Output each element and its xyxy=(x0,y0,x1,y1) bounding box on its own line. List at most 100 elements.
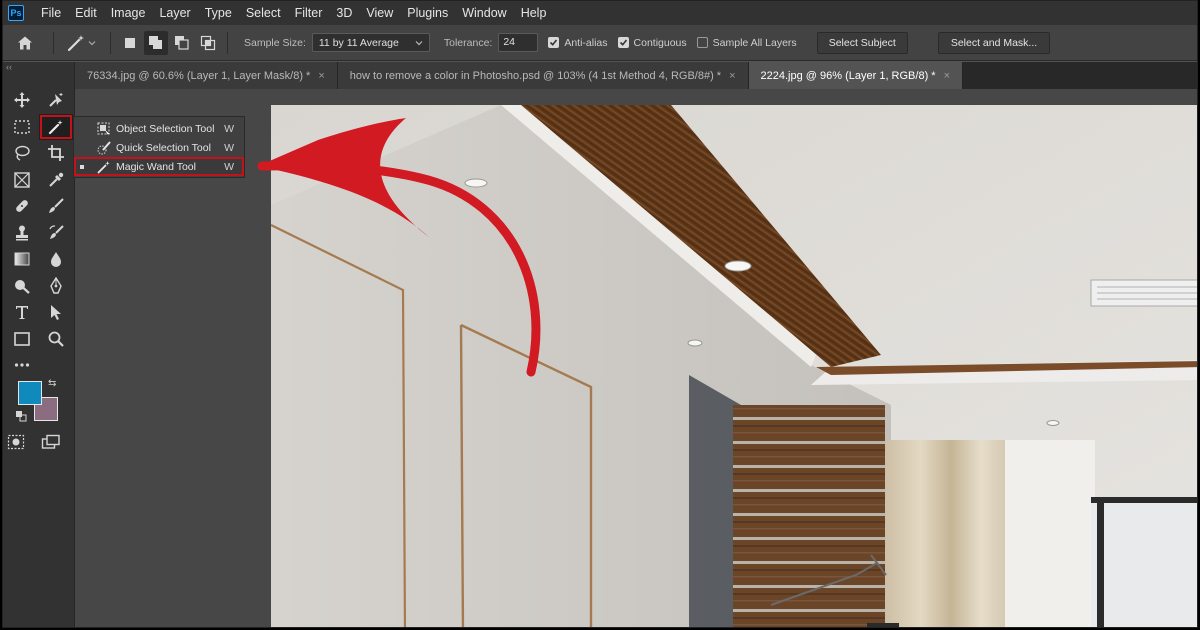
history-brush-tool[interactable] xyxy=(39,220,73,247)
dodge-icon xyxy=(15,279,30,294)
color-swatches: ⇆ xyxy=(15,378,65,422)
shortcut-key: W xyxy=(224,141,234,154)
menu-select[interactable]: Select xyxy=(239,6,288,20)
new-selection-button[interactable] xyxy=(118,31,142,55)
healing-brush-tool[interactable] xyxy=(5,193,39,220)
tab-how-to-remove-a-color[interactable]: how to remove a color in Photosho.psd @ … xyxy=(337,62,749,89)
chevron-down-icon xyxy=(415,40,423,45)
active-tool-indicator xyxy=(80,164,84,169)
select-and-mask-button[interactable]: Select and Mask... xyxy=(937,31,1051,54)
artboard-tool[interactable] xyxy=(39,87,73,114)
collapse-panel-icon[interactable]: ‹‹ xyxy=(3,62,74,74)
magic-wand-tool-item[interactable]: Magic Wand Tool W xyxy=(74,157,244,176)
rectangular-marquee-tool[interactable] xyxy=(5,114,39,141)
anti-alias-checkbox[interactable]: Anti-alias xyxy=(548,37,608,49)
select-subject-button[interactable]: Select Subject xyxy=(816,31,908,54)
menu-view[interactable]: View xyxy=(359,6,400,20)
document-tabs: 76334.jpg @ 60.6% (Layer 1, Layer Mask/8… xyxy=(75,62,1197,89)
zoom-tool[interactable] xyxy=(39,326,73,353)
menu-type[interactable]: Type xyxy=(198,6,239,20)
menu-help[interactable]: Help xyxy=(514,6,554,20)
menu-filter[interactable]: Filter xyxy=(288,6,330,20)
tool-preset-picker[interactable] xyxy=(66,33,96,53)
intersect-selection-icon xyxy=(200,35,216,50)
stamp-icon xyxy=(16,225,28,241)
quick-selection-icon xyxy=(96,140,112,156)
subtract-from-selection-button[interactable] xyxy=(170,31,194,55)
swap-colors-icon[interactable]: ⇆ xyxy=(48,378,56,389)
contiguous-label: Contiguous xyxy=(633,36,687,49)
photoshop-window: Ps File Edit Image Layer Type Select Fil… xyxy=(2,0,1198,628)
menu-file[interactable]: File xyxy=(34,6,68,20)
lasso-tool[interactable] xyxy=(5,140,39,167)
add-to-selection-button[interactable] xyxy=(144,30,168,55)
contiguous-checkbox[interactable]: Contiguous xyxy=(617,36,687,49)
mode-tools xyxy=(7,434,61,450)
marquee-icon xyxy=(14,120,30,134)
object-selection-tool-item[interactable]: Object Selection Tool W xyxy=(74,119,244,138)
options-bar: Sample Size: 11 by 11 Average Tolerance:… xyxy=(3,25,1197,61)
menu-plugins[interactable]: Plugins xyxy=(400,6,455,20)
move-tool[interactable] xyxy=(5,87,39,114)
eyedropper-tool[interactable] xyxy=(39,167,73,194)
type-tool[interactable] xyxy=(5,299,39,326)
dodge-tool[interactable] xyxy=(5,273,39,300)
close-icon[interactable]: × xyxy=(944,70,950,82)
divider xyxy=(53,31,54,54)
menu-edit[interactable]: Edit xyxy=(68,6,104,20)
menu-layer[interactable]: Layer xyxy=(152,6,197,20)
close-icon[interactable]: × xyxy=(729,70,735,82)
checkmark-icon xyxy=(617,37,629,48)
sample-size-dropdown[interactable]: 11 by 11 Average xyxy=(311,33,430,52)
eyedropper-icon xyxy=(49,172,64,187)
default-colors-icon[interactable] xyxy=(15,410,27,422)
intersect-selection-button[interactable] xyxy=(196,31,220,55)
rectangle-icon xyxy=(14,331,30,346)
move-icon xyxy=(14,92,30,109)
frame-icon xyxy=(14,172,30,188)
empty-checkbox-icon xyxy=(696,37,708,48)
artboard-icon xyxy=(49,93,63,107)
menu-window[interactable]: Window xyxy=(455,6,513,20)
shortcut-key: W xyxy=(224,160,234,173)
history-brush-icon xyxy=(49,225,64,239)
magic-wand-icon xyxy=(48,119,63,134)
tab-2224[interactable]: 2224.jpg @ 96% (Layer 1, RGB/8) * × xyxy=(748,62,964,89)
clone-stamp-tool[interactable] xyxy=(5,220,39,247)
brush-tool[interactable] xyxy=(39,193,73,220)
lasso-icon xyxy=(15,146,30,161)
home-button[interactable] xyxy=(3,25,47,61)
gradient-tool[interactable] xyxy=(5,246,39,273)
quick-selection-tool-item[interactable]: Quick Selection Tool W xyxy=(74,138,244,157)
pen-tool[interactable] xyxy=(39,273,73,300)
rectangle-tool[interactable] xyxy=(5,326,39,353)
crop-icon xyxy=(48,145,64,162)
tolerance-label: Tolerance: xyxy=(443,36,493,49)
menu-3d[interactable]: 3D xyxy=(329,6,359,20)
shortcut-key: W xyxy=(224,122,234,135)
bandage-icon xyxy=(16,200,28,213)
brush-icon xyxy=(49,198,64,214)
sample-size-label: Sample Size: xyxy=(244,36,306,49)
flyout-item-label: Quick Selection Tool xyxy=(116,141,211,154)
menu-image[interactable]: Image xyxy=(104,6,153,20)
magic-wand-tool[interactable] xyxy=(39,113,73,140)
frame-tool[interactable] xyxy=(5,167,39,194)
tab-76334[interactable]: 76334.jpg @ 60.6% (Layer 1, Layer Mask/8… xyxy=(75,62,338,89)
sample-all-layers-checkbox[interactable]: Sample All Layers xyxy=(696,37,797,49)
selection-tools-flyout: Object Selection Tool W Quick Selection … xyxy=(73,116,245,178)
path-selection-tool[interactable] xyxy=(39,299,73,326)
more-tools-button[interactable] xyxy=(5,352,39,379)
close-icon[interactable]: × xyxy=(318,70,324,82)
divider xyxy=(227,31,228,54)
zoom-icon xyxy=(48,331,64,347)
quick-mask-icon[interactable] xyxy=(7,434,25,450)
add-selection-icon xyxy=(149,35,162,49)
tolerance-input[interactable]: 24 xyxy=(498,33,539,52)
screen-mode-icon[interactable] xyxy=(41,434,61,450)
blur-tool[interactable] xyxy=(39,246,73,273)
crop-tool[interactable] xyxy=(39,140,73,167)
interior-room-photo[interactable] xyxy=(271,105,1197,627)
foreground-color-swatch[interactable] xyxy=(18,381,42,405)
divider xyxy=(110,31,111,54)
